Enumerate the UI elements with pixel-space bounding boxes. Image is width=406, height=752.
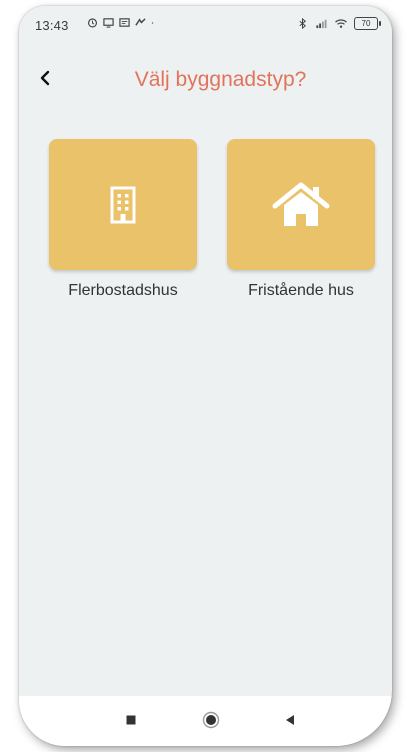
message-icon — [119, 18, 130, 27]
home-icon — [202, 711, 220, 729]
bluetooth-icon — [299, 18, 307, 29]
recent-apps-button[interactable] — [119, 708, 143, 732]
signal-icon — [316, 19, 327, 29]
option-tile[interactable] — [227, 139, 375, 270]
page-title: Välj byggnadstyp? — [134, 68, 307, 91]
recent-apps-icon — [126, 715, 136, 725]
app-icon — [135, 18, 146, 26]
apartment-building-icon — [110, 186, 136, 223]
option-fristaende-hus[interactable]: Fristående hus — [227, 139, 375, 300]
option-label: Fristående hus — [248, 282, 354, 299]
cast-icon — [103, 18, 114, 28]
battery-icon: 70 — [354, 17, 381, 30]
back-triangle-icon — [286, 715, 294, 725]
phone-screen: 13:43 70 Välj byggnadstyp? Flerbostadshu… — [19, 6, 392, 746]
home-button[interactable] — [199, 708, 223, 732]
option-flerbostadshus[interactable]: Flerbostadshus — [49, 139, 197, 300]
dot-icon — [151, 22, 154, 24]
option-label: Flerbostadshus — [68, 282, 178, 299]
wifi-icon — [335, 19, 347, 28]
status-time: 13:43 — [35, 18, 69, 33]
house-icon — [272, 182, 330, 226]
alarm-icon — [87, 18, 98, 28]
status-bar: 13:43 70 — [19, 6, 392, 42]
nav-back-button[interactable] — [278, 708, 302, 732]
option-tile[interactable] — [49, 139, 197, 270]
status-notification-icons — [87, 17, 157, 28]
system-nav-bar — [19, 696, 392, 746]
app-header: Välj byggnadstyp? — [19, 58, 392, 102]
status-system-icons: 70 — [297, 17, 381, 30]
